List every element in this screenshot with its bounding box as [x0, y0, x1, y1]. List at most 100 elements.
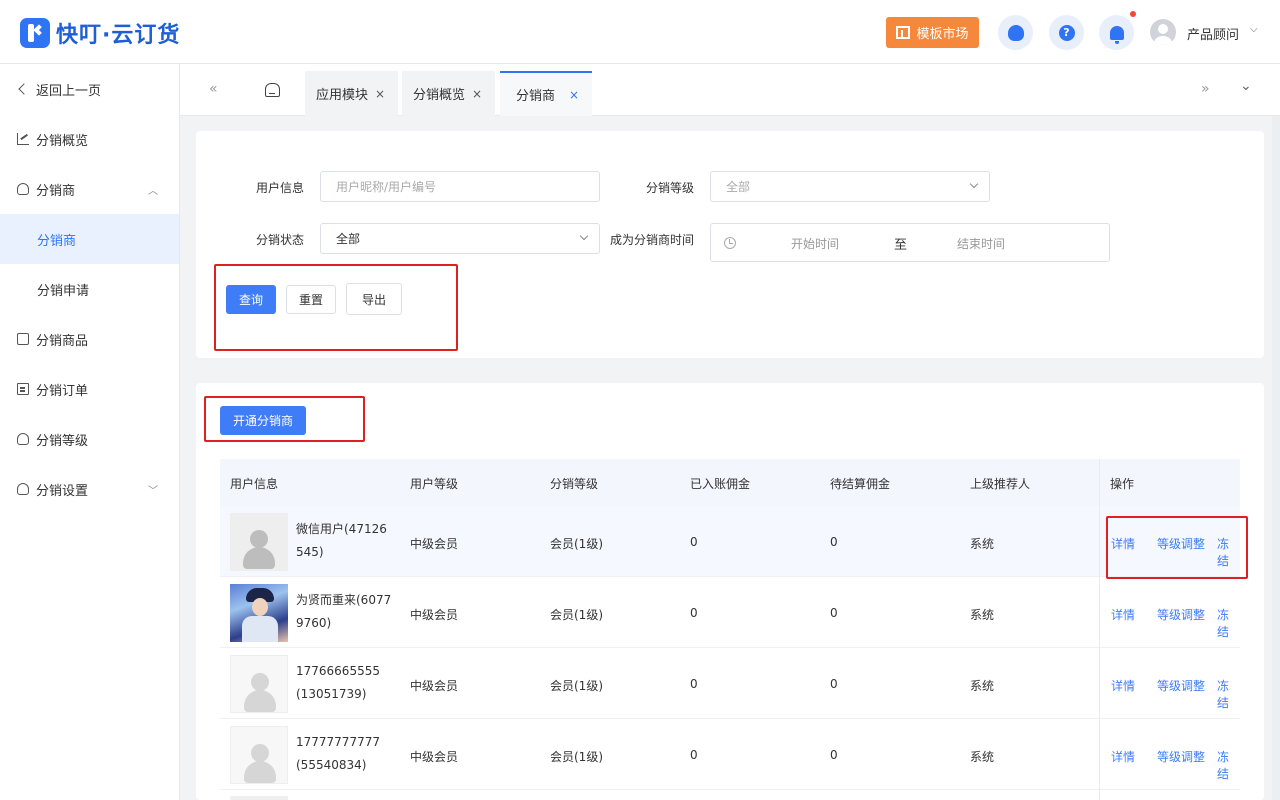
- level-icon: [17, 433, 29, 445]
- sidebar-item-label: 分销订单: [36, 383, 89, 399]
- detail-link[interactable]: 详情: [1111, 606, 1135, 623]
- chevron-down-icon: ﹀: [148, 485, 158, 497]
- user-info-cell: 17777777777(55540834): [296, 735, 380, 772]
- user-info-label: 用户信息: [256, 181, 305, 195]
- logo-icon: [20, 18, 50, 48]
- sidebar-item-label: 分销设置: [36, 483, 89, 499]
- tab-label: 应用模块: [316, 88, 369, 103]
- fixed-column-divider: [1099, 459, 1100, 800]
- chevron-down-icon: [969, 179, 979, 189]
- sidebar-back[interactable]: 返回上一页: [0, 64, 179, 114]
- tab-distributors[interactable]: 分销商 ×: [500, 71, 592, 116]
- freeze-link[interactable]: 冻结: [1217, 748, 1240, 782]
- headset-icon: [1007, 24, 1024, 41]
- table-row[interactable]: 17777777777(55540834) 中级会员 会员(1级) 0 0 系统…: [220, 719, 1240, 790]
- level-select-value: 全部: [726, 180, 751, 194]
- sidebar-item-label: 分销商: [36, 183, 76, 199]
- detail-link[interactable]: 详情: [1111, 748, 1135, 765]
- sidebar-group-distributors[interactable]: 分销商 ︿: [0, 164, 179, 214]
- brand-logo[interactable]: 快叮·云订货: [20, 17, 180, 49]
- sidebar-item-label: 分销等级: [36, 433, 89, 449]
- column-header: 待结算佣金: [830, 477, 891, 491]
- level-label: 分销等级: [646, 181, 695, 195]
- help-icon: ?: [1058, 24, 1075, 41]
- sidebar-item-distributors[interactable]: 分销商: [0, 214, 179, 264]
- sidebar-item-label: 分销申请: [37, 283, 90, 299]
- user-avatar: [230, 513, 288, 571]
- pending-commission-cell: 0: [830, 748, 838, 762]
- level-adjust-link[interactable]: 等级调整: [1157, 748, 1205, 765]
- chevron-down-icon[interactable]: ⌵: [1250, 24, 1258, 35]
- highlight-box: [204, 396, 365, 442]
- table-row[interactable]: 17766665555(13051739) 中级会员 会员(1级) 0 0 系统…: [220, 648, 1240, 719]
- column-header: 分销等级: [550, 477, 599, 491]
- start-time-input[interactable]: 开始时间: [791, 235, 839, 252]
- pending-commission-cell: 0: [830, 606, 838, 620]
- sidebar-item-label: 分销商品: [36, 333, 89, 349]
- user-level-cell: 中级会员: [410, 537, 459, 551]
- date-range-picker[interactable]: 开始时间 至 结束时间: [710, 223, 1110, 262]
- referrer-cell: 系统: [970, 537, 995, 551]
- sidebar-item-overview[interactable]: 分销概览: [0, 114, 179, 164]
- highlight-box: [214, 264, 458, 351]
- chart-icon: [17, 133, 29, 145]
- dist-level-cell: 会员(1级): [550, 608, 603, 622]
- sidebar-group-settings[interactable]: 分销设置 ﹀: [0, 464, 179, 514]
- sidebar-item-label: 分销商: [37, 233, 77, 249]
- tab-scroll-left-icon[interactable]: «: [209, 81, 218, 97]
- page-scrollbar[interactable]: [1272, 116, 1280, 800]
- user-level-cell: 中级会员: [410, 750, 459, 764]
- tab-app-modules[interactable]: 应用模块 ×: [305, 71, 398, 116]
- close-icon[interactable]: ×: [375, 87, 385, 101]
- home-icon[interactable]: [265, 83, 280, 97]
- top-header: 快叮·云订货 模板市场 ? 产品顾问 ⌵: [0, 0, 1280, 64]
- clock-icon: [724, 237, 736, 249]
- column-header: 上级推荐人: [970, 477, 1031, 491]
- freeze-link[interactable]: 冻结: [1217, 606, 1240, 640]
- level-adjust-link[interactable]: 等级调整: [1157, 606, 1205, 623]
- close-icon[interactable]: ×: [472, 87, 482, 101]
- help-button[interactable]: ?: [1049, 15, 1084, 50]
- tab-scroll-right-icon[interactable]: »: [1201, 81, 1210, 97]
- table-row[interactable]: 为贤而重来(60779760) 中级会员 会员(1级) 0 0 系统 详情 等级…: [220, 577, 1240, 648]
- chevron-down-icon: [579, 231, 589, 241]
- status-select-value: 全部: [336, 232, 361, 246]
- tab-menu-chevron-icon[interactable]: ⌄: [1240, 78, 1252, 94]
- close-icon[interactable]: ×: [569, 88, 579, 102]
- sidebar-item-orders[interactable]: 分销订单: [0, 364, 179, 414]
- customer-service-button[interactable]: [998, 15, 1033, 50]
- sidebar-item-applications[interactable]: 分销申请: [0, 264, 179, 314]
- next-row-avatar: [230, 796, 288, 800]
- column-header: 用户信息: [230, 477, 279, 491]
- chevron-left-icon: [18, 83, 30, 95]
- user-avatar: [230, 726, 288, 784]
- end-time-input[interactable]: 结束时间: [957, 235, 1005, 252]
- table-row[interactable]: 微信用户(47126545) 中级会员 会员(1级) 0 0 系统 详情 等级调…: [220, 506, 1240, 577]
- user-avatar[interactable]: [1150, 19, 1176, 45]
- sidebar-item-levels[interactable]: 分销等级: [0, 414, 179, 464]
- user-level-cell: 中级会员: [410, 679, 459, 693]
- user-level-cell: 中级会员: [410, 608, 459, 622]
- status-select[interactable]: 全部: [320, 223, 600, 254]
- table-header: 用户信息 用户等级 分销等级 已入账佣金 待结算佣金 上级推荐人 操作: [220, 459, 1240, 506]
- user-info-cell: 为贤而重来(60779760): [296, 593, 392, 630]
- user-name[interactable]: 产品顾问: [1187, 24, 1239, 43]
- level-adjust-link[interactable]: 等级调整: [1157, 677, 1205, 694]
- tab-distribution-overview[interactable]: 分销概览 ×: [402, 71, 495, 116]
- user-avatar: [230, 584, 288, 642]
- user-info-placeholder: 用户昵称/用户编号: [336, 180, 437, 194]
- level-select[interactable]: 全部: [710, 171, 990, 202]
- settled-commission-cell: 0: [690, 535, 698, 549]
- settled-commission-cell: 0: [690, 677, 698, 691]
- chevron-up-icon: ︿: [148, 185, 158, 197]
- tab-bar: « 应用模块 × 分销概览 × 分销商 × » ⌄: [180, 64, 1280, 116]
- dist-level-cell: 会员(1级): [550, 679, 603, 693]
- freeze-link[interactable]: 冻结: [1217, 677, 1240, 711]
- user-info-input[interactable]: 用户昵称/用户编号: [320, 171, 600, 202]
- sidebar-item-products[interactable]: 分销商品: [0, 314, 179, 364]
- date-range-separator: 至: [894, 238, 908, 253]
- time-label: 成为分销商时间: [610, 233, 695, 247]
- template-market-button[interactable]: 模板市场: [886, 17, 979, 48]
- notification-button[interactable]: [1099, 15, 1134, 50]
- detail-link[interactable]: 详情: [1111, 677, 1135, 694]
